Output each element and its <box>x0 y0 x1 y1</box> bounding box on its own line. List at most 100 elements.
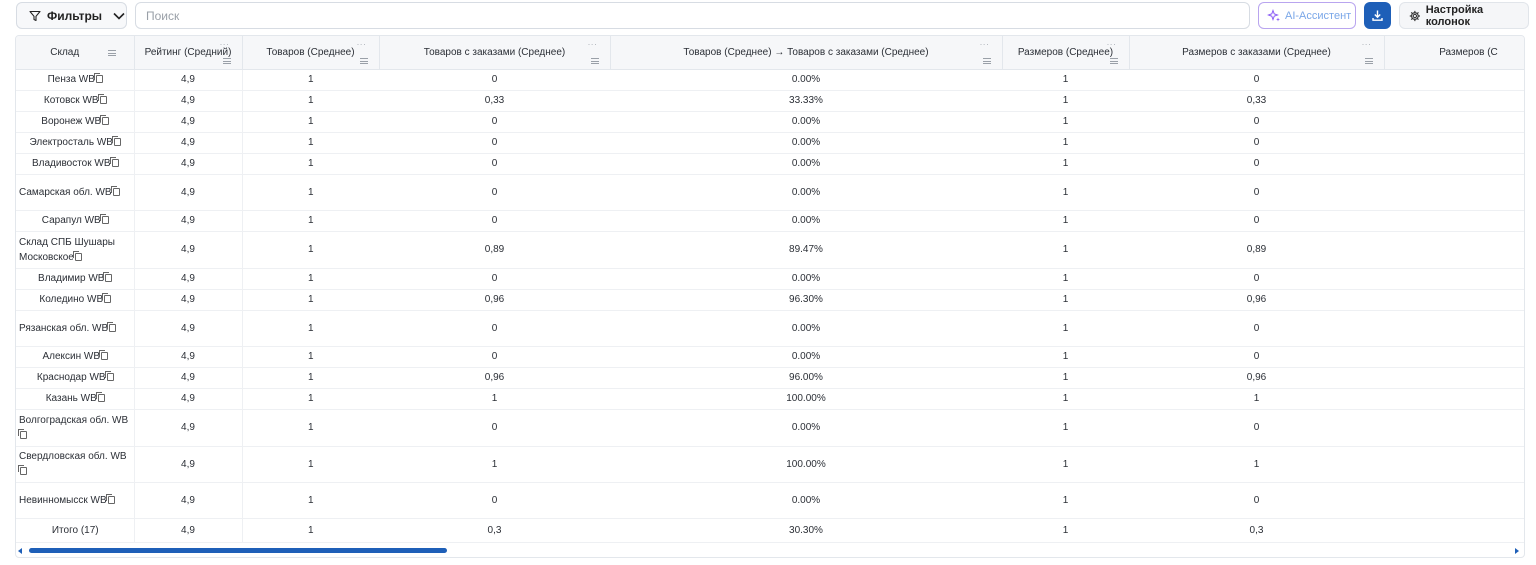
column-settings-label: Настройка колонок <box>1425 3 1484 28</box>
table-row[interactable]: Электросталь WB 4,9 1 0 0.00% 1 0 <box>16 132 1524 154</box>
cell-goods: 1 <box>242 90 379 112</box>
copy-icon[interactable] <box>100 115 110 125</box>
column-menu-icon[interactable] <box>590 57 599 64</box>
warehouse-name: Пенза WB <box>47 74 95 85</box>
column-resize-icon[interactable]: ... <box>980 39 990 47</box>
scrollbar-thumb[interactable] <box>29 548 447 553</box>
copy-icon[interactable] <box>109 157 119 167</box>
column-resize-icon[interactable]: ... <box>588 39 598 47</box>
column-header-label: Размеров (Среднее) <box>1017 46 1114 58</box>
warehouse-cell: Пенза WB <box>16 69 135 91</box>
cell-sizes-orders: 1 <box>1129 388 1384 410</box>
filters-button[interactable]: Фильтры <box>16 2 127 29</box>
cell-sizes: 1 <box>1002 174 1129 211</box>
table-row[interactable]: Владимир WB 4,9 1 0 0.00% 1 0 <box>16 268 1524 290</box>
copy-icon[interactable] <box>18 428 27 439</box>
column-resize-icon[interactable]: ... <box>357 39 367 47</box>
cell-goods: 1 <box>242 310 379 347</box>
copy-icon[interactable] <box>102 293 112 303</box>
table-header: Склад Рейтинг (Средний)... Товаров (Средне… <box>16 36 1524 70</box>
table-row[interactable]: Алексин WB 4,9 1 0 0.00% 1 0 <box>16 346 1524 368</box>
column-header[interactable]: Размеров (С <box>1384 36 1524 70</box>
cell-sizes: 1 <box>1002 132 1129 154</box>
copy-icon[interactable] <box>93 73 103 83</box>
column-header[interactable]: Товаров (Среднее)... <box>242 36 380 70</box>
table-body: Пенза WB 4,9 1 0 0.00% 1 0 Котовск WB 4,9 1 0,33 33… <box>16 69 1524 543</box>
table-row[interactable]: Владивосток WB 4,9 1 0 0.00% 1 0 <box>16 153 1524 175</box>
cell-rating: 4,9 <box>134 153 243 175</box>
table-row[interactable]: Коледино WB 4,9 1 0,96 96.30% 1 0,96 <box>16 289 1524 311</box>
column-menu-icon[interactable] <box>107 49 116 56</box>
copy-icon[interactable] <box>72 250 82 261</box>
cell-sizes-orders: 0 <box>1129 111 1384 133</box>
ai-assistant-button[interactable]: AI-Ассистент <box>1258 2 1356 29</box>
column-menu-icon[interactable] <box>982 57 991 64</box>
scroll-left-icon[interactable] <box>18 548 22 554</box>
table-row[interactable]: Склад СПБ Шушары Московское 4,9 1 0,89 89.47… <box>16 231 1524 269</box>
gear-icon <box>1409 10 1420 21</box>
warehouse-table: Склад Рейтинг (Средний)... Товаров (Средне… <box>16 36 1524 543</box>
copy-icon[interactable] <box>111 136 121 146</box>
cell-sizes-orders: 0 <box>1129 153 1384 175</box>
scroll-right-icon[interactable] <box>1515 548 1519 554</box>
copy-icon[interactable] <box>99 350 109 360</box>
warehouse-name: Итого (17) <box>51 524 99 536</box>
copy-icon[interactable] <box>104 371 114 381</box>
column-resize-icon[interactable]: ... <box>1107 39 1117 47</box>
warehouse-cell: Воронеж WB <box>16 111 135 133</box>
download-button[interactable] <box>1364 2 1391 29</box>
column-settings-button[interactable]: Настройка колонок <box>1399 2 1529 29</box>
table-row[interactable]: Котовск WB 4,9 1 0,33 33.33% 1 0,33 <box>16 90 1524 112</box>
column-resize-icon[interactable]: ... <box>220 39 230 47</box>
cell-rating: 4,9 <box>134 210 243 232</box>
table-row[interactable]: Свердловская обл. WB 4,9 1 1 100.00% 1 1 <box>16 446 1524 483</box>
column-header[interactable]: Размеров с заказами (Среднее)... <box>1129 36 1385 70</box>
cell-rating: 4,9 <box>134 132 243 154</box>
copy-icon[interactable] <box>97 94 107 104</box>
column-menu-icon[interactable] <box>359 57 368 64</box>
cell-sizes-overflow <box>1384 310 1524 347</box>
horizontal-scrollbar[interactable] <box>15 547 1525 557</box>
copy-icon[interactable] <box>18 465 27 475</box>
column-header-label: Товаров (Среднее) → Товаров с заказами (… <box>683 46 929 58</box>
cell-rating: 4,9 <box>134 367 243 389</box>
total-row[interactable]: Итого (17) 4,9 1 0,3 30.30% 1 0,3 <box>16 517 1524 543</box>
copy-icon[interactable] <box>103 272 113 282</box>
copy-icon[interactable] <box>107 321 117 332</box>
table-row[interactable]: Казань WB 4,9 1 1 100.00% 1 1 <box>16 388 1524 410</box>
copy-icon[interactable] <box>110 185 120 196</box>
table-row[interactable]: Пенза WB 4,9 1 0 0.00% 1 0 <box>16 69 1524 91</box>
table-row[interactable]: Воронеж WB 4,9 1 0 0.00% 1 0 <box>16 111 1524 133</box>
column-header[interactable]: Размеров (Среднее)... <box>1002 36 1130 70</box>
cell-goods: 1 <box>242 231 379 269</box>
warehouse-cell: Свердловская обл. WB <box>16 446 135 483</box>
cell-goods: 1 <box>242 69 379 91</box>
copy-icon[interactable] <box>95 392 105 402</box>
column-header-label: Рейтинг (Средний) <box>144 46 232 58</box>
column-header[interactable]: Товаров (Среднее) → Товаров с заказами (… <box>610 36 1003 70</box>
table-row[interactable]: Рязанская обл. WB 4,9 1 0 0.00% 1 0 <box>16 310 1524 347</box>
warehouse-name: Алексин WB <box>42 351 101 362</box>
table-row[interactable]: Краснодар WB 4,9 1 0,96 96.00% 1 0,96 <box>16 367 1524 389</box>
column-header-label: Размеров (С <box>1439 46 1498 58</box>
search-input[interactable] <box>135 2 1250 29</box>
column-header[interactable]: Товаров с заказами (Среднее)... <box>379 36 611 70</box>
column-menu-icon[interactable] <box>222 57 231 64</box>
cell-sizes: 1 <box>1002 388 1129 410</box>
copy-icon[interactable] <box>99 214 109 224</box>
column-menu-icon[interactable] <box>1364 57 1373 64</box>
column-header[interactable]: Рейтинг (Средний)... <box>134 36 243 70</box>
copy-icon[interactable] <box>105 493 115 504</box>
cell-conv: 96.30% <box>610 289 1002 311</box>
column-resize-icon[interactable]: ... <box>1362 39 1372 47</box>
table-row[interactable]: Самарская обл. WB 4,9 1 0 0.00% 1 0 <box>16 174 1524 211</box>
column-header[interactable]: Склад <box>16 36 135 70</box>
cell-conv: 0.00% <box>610 174 1002 211</box>
cell-sizes: 1 <box>1002 346 1129 368</box>
table-row[interactable]: Невинномысск WB 4,9 1 0 0.00% 1 0 <box>16 482 1524 519</box>
cell-goods: 1 <box>242 367 379 389</box>
table-row[interactable]: Сарапул WB 4,9 1 0 0.00% 1 0 <box>16 210 1524 232</box>
table-row[interactable]: Волгоградская обл. WB 4,9 1 0 0.00% 1 0 <box>16 409 1524 447</box>
column-menu-icon[interactable] <box>1109 57 1118 64</box>
cell-sizes-orders: 0 <box>1129 174 1384 211</box>
